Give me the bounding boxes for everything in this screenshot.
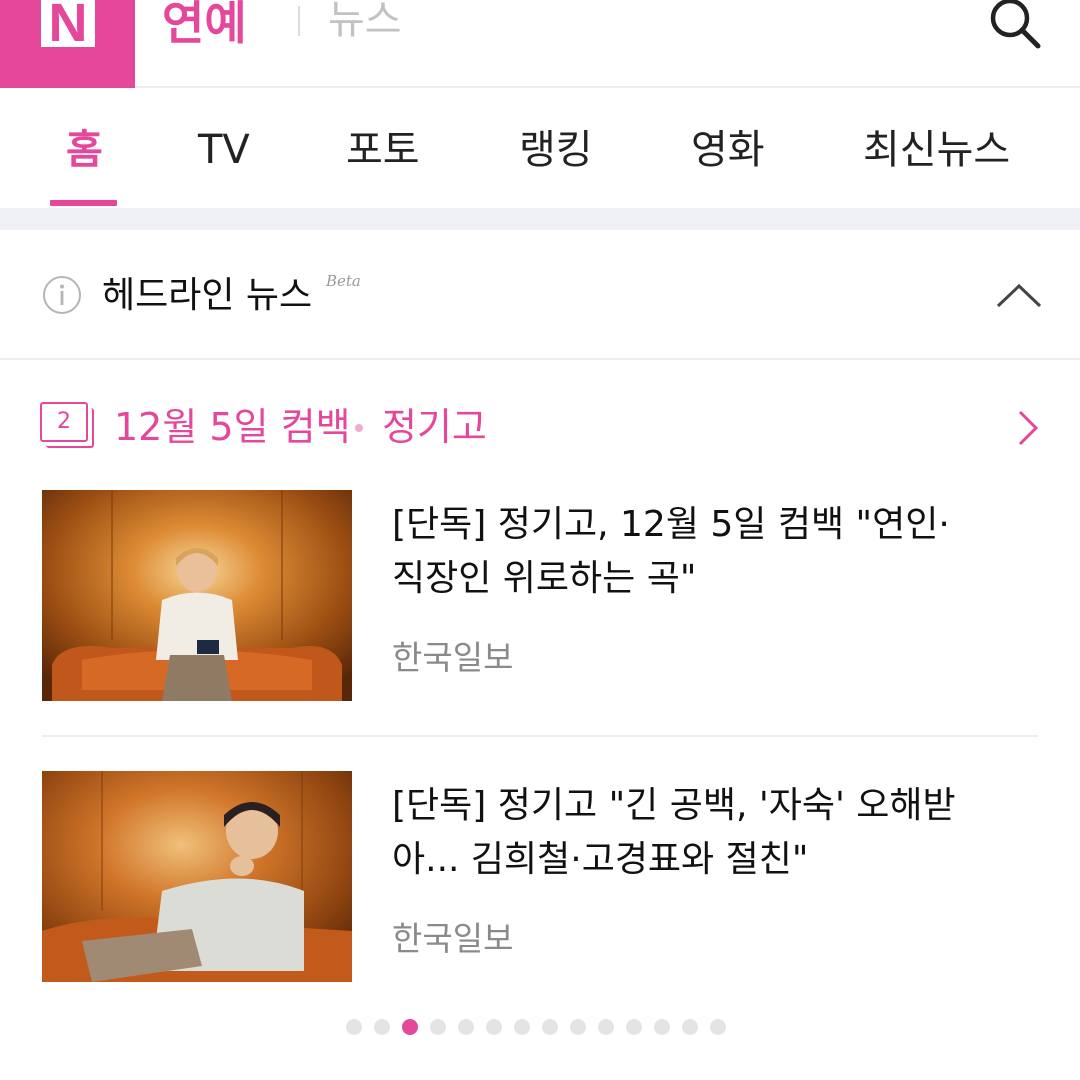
pagination-dot[interactable]: [486, 1019, 502, 1035]
collapse-button[interactable]: [994, 276, 1044, 316]
headline-news-title: 헤드라인 뉴스: [102, 275, 313, 316]
pagination-dot[interactable]: [514, 1019, 530, 1035]
search-button[interactable]: [982, 0, 1046, 56]
article-title-line: [단독] 정기고 "긴 공백, '자숙' 오해받: [392, 785, 956, 826]
chevron-right-icon: [1018, 410, 1039, 446]
pagination-dot[interactable]: [598, 1019, 614, 1035]
article-title-line: [단독] 정기고, 12월 5일 컴백 "연인·: [392, 504, 950, 545]
app-header: N 연예 뉴스: [0, 0, 1080, 88]
pagination-dot-active[interactable]: [402, 1019, 418, 1035]
pagination-dot[interactable]: [682, 1019, 698, 1035]
tab-ranking[interactable]: 랭킹: [519, 120, 593, 180]
article-title[interactable]: [단독] 정기고 "긴 공백, '자숙' 오해받 아... 김희철·고경표와 절…: [392, 779, 1042, 887]
tab-movie[interactable]: 영화: [691, 120, 765, 180]
pagination-dot[interactable]: [430, 1019, 446, 1035]
naver-logo[interactable]: N: [0, 0, 135, 88]
pagination-dot[interactable]: [458, 1019, 474, 1035]
pagination-dot[interactable]: [346, 1019, 362, 1035]
cluster-more-button[interactable]: [1012, 408, 1042, 448]
pagination-dot[interactable]: [374, 1019, 390, 1035]
search-icon: [990, 0, 1041, 49]
chevron-up-icon: [996, 283, 1042, 308]
title-separator-dot: [355, 424, 363, 432]
article-title[interactable]: [단독] 정기고, 12월 5일 컴백 "연인· 직장인 위로하는 곡": [392, 498, 1042, 606]
logo-letter: N: [41, 0, 95, 47]
section-subtitle[interactable]: 뉴스: [328, 0, 402, 50]
tab-photo[interactable]: 포토: [346, 120, 420, 180]
tab-home[interactable]: 홈: [66, 120, 103, 180]
pagination-dot[interactable]: [654, 1019, 670, 1035]
info-icon[interactable]: [42, 275, 82, 315]
beta-badge: Beta: [326, 272, 361, 290]
pagination-dot[interactable]: [570, 1019, 586, 1035]
article-title-line: 직장인 위로하는 곡": [392, 558, 697, 599]
pagination-dot[interactable]: [710, 1019, 726, 1035]
section-title[interactable]: 연예: [162, 0, 247, 50]
title-divider: [298, 6, 300, 36]
carousel-pagination: [346, 1017, 746, 1037]
cluster-count: 2: [40, 402, 88, 442]
cluster-subtitle: 정기고: [382, 405, 487, 449]
tab-tv[interactable]: TV: [198, 120, 250, 180]
pagination-dot[interactable]: [626, 1019, 642, 1035]
article-source: 한국일보: [392, 638, 514, 677]
section-separator-band: [0, 208, 1080, 230]
news-article[interactable]: [단독] 정기고 "긴 공백, '자숙' 오해받 아... 김희철·고경표와 절…: [42, 771, 1038, 983]
article-thumbnail[interactable]: [42, 490, 352, 701]
article-source: 한국일보: [392, 919, 514, 958]
article-thumbnail[interactable]: [42, 771, 352, 982]
article-title-line: 아... 김희철·고경표와 절친": [392, 839, 809, 880]
cluster-title: 12월 5일 컴백: [114, 405, 351, 449]
article-divider: [42, 735, 1038, 737]
headline-news-header: 헤드라인 뉴스 Beta: [0, 230, 1080, 360]
active-tab-indicator: [50, 200, 117, 206]
tab-latest-news[interactable]: 최신뉴스: [863, 120, 1010, 180]
pagination-dot[interactable]: [542, 1019, 558, 1035]
cluster-count-icon: 2: [40, 402, 98, 452]
news-article[interactable]: [단독] 정기고, 12월 5일 컴백 "연인· 직장인 위로하는 곡" 한국일…: [42, 490, 1038, 702]
news-cluster-header[interactable]: 2 12월 5일 컴백 정기고: [0, 396, 1080, 460]
category-tabs: 홈 TV 포토 랭킹 영화 최신뉴스: [0, 90, 1080, 208]
